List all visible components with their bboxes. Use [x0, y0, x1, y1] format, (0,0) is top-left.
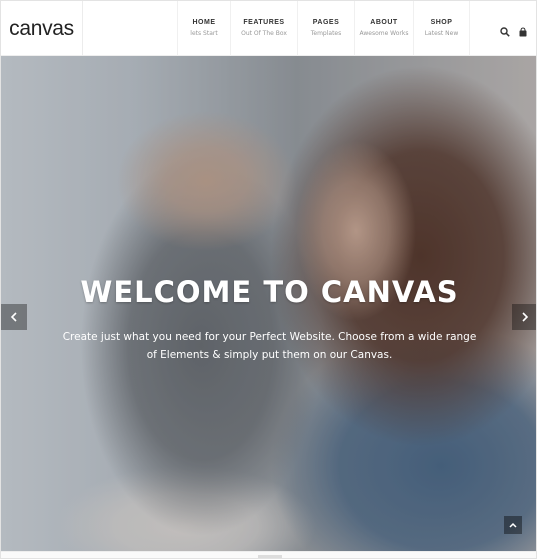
hero-slider: WELCOME TO CANVAS Create just what you n… [1, 56, 536, 551]
main-nav: HOME lets Start FEATURES Out Of The Box … [177, 1, 470, 56]
slider-next-button[interactable] [512, 304, 536, 330]
go-to-top-button[interactable] [504, 516, 522, 534]
cart-icon[interactable] [518, 24, 528, 36]
site-header: canvas HOME lets Start FEATURES Out Of T… [1, 1, 536, 56]
nav-item-pages[interactable]: PAGES Templates [297, 1, 354, 56]
nav-item-title: FEATURES [243, 19, 285, 26]
nav-item-title: HOME [192, 19, 216, 26]
header-tools [490, 1, 536, 56]
hero-title: WELCOME TO CANVAS [80, 275, 459, 309]
chevron-up-icon [509, 522, 517, 528]
chevron-left-icon [10, 312, 17, 322]
nav-item-subtitle: Templates [310, 30, 342, 37]
slider-prev-button[interactable] [1, 304, 27, 330]
logo[interactable]: canvas [1, 1, 83, 56]
nav-item-subtitle: Latest New [424, 30, 459, 37]
nav-item-about[interactable]: ABOUT Awesome Works [354, 1, 413, 56]
nav-item-title: PAGES [312, 19, 340, 26]
nav-item-shop[interactable]: SHOP Latest New [413, 1, 470, 56]
hero-text: Create just what you need for your Perfe… [62, 331, 477, 361]
bottom-strip [1, 551, 536, 558]
nav-item-title: SHOP [430, 19, 453, 26]
nav-item-title: ABOUT [370, 19, 398, 26]
page: canvas HOME lets Start FEATURES Out Of T… [0, 0, 537, 559]
scroll-indicator [258, 555, 282, 558]
search-icon[interactable] [500, 24, 510, 37]
logo-text[interactable]: canvas [9, 17, 74, 41]
nav-item-features[interactable]: FEATURES Out Of The Box [230, 1, 297, 56]
chevron-right-icon [522, 312, 529, 322]
nav-item-home[interactable]: HOME lets Start [177, 1, 230, 56]
nav-item-subtitle: lets Start [190, 30, 218, 37]
nav-item-subtitle: Awesome Works [359, 30, 409, 37]
nav-item-subtitle: Out Of The Box [241, 30, 287, 37]
